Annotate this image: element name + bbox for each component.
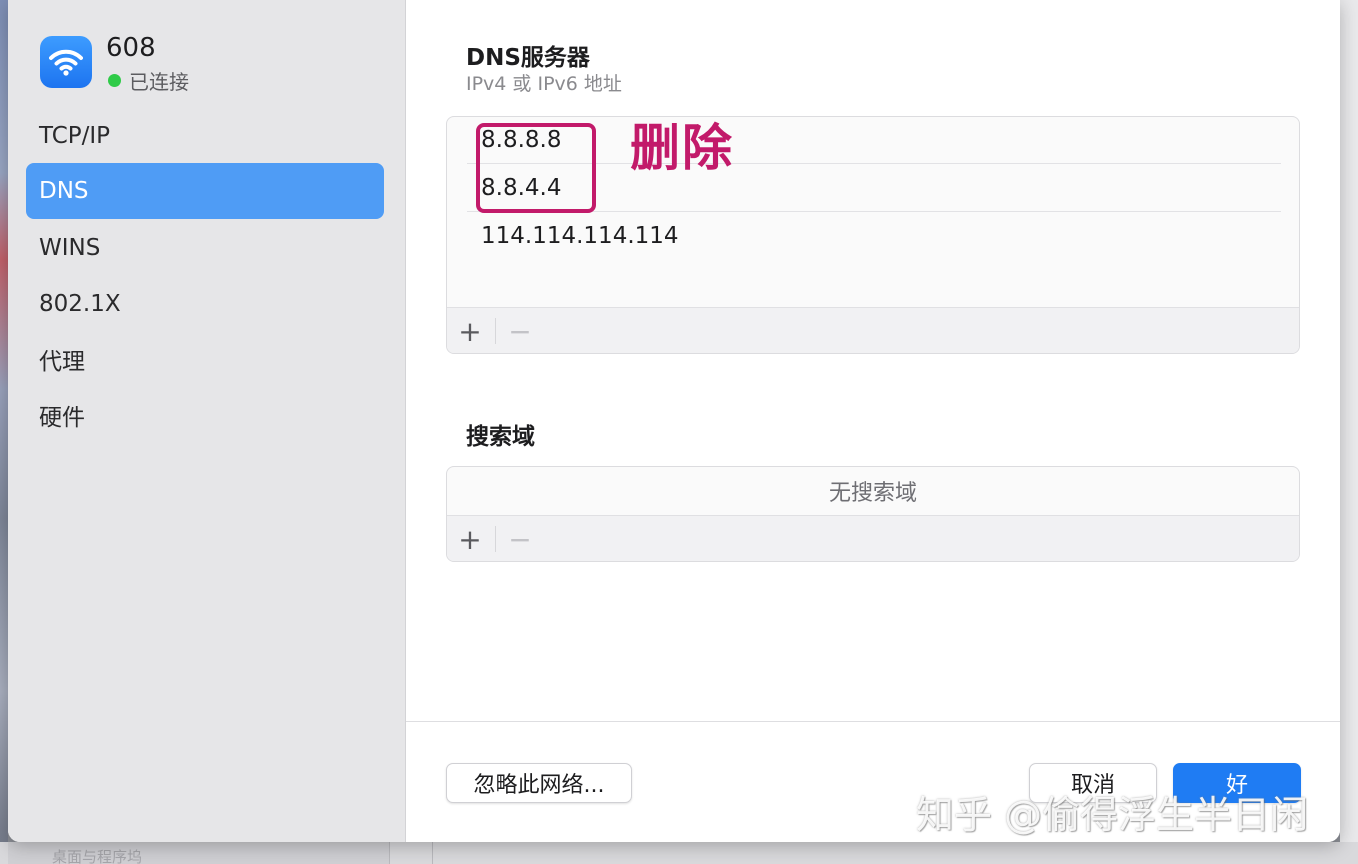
dns-server-row[interactable]: 114.114.114.114 <box>481 223 679 249</box>
dns-servers-subtitle: IPv4 或 IPv6 地址 <box>466 73 622 95</box>
wifi-icon <box>40 36 92 88</box>
search-domains-toolbar: + − <box>447 515 1299 561</box>
background-desktop-edge <box>0 0 8 864</box>
background-settings-window: 桌面与程序坞 <box>0 842 1358 864</box>
background-window-edge <box>1340 0 1358 864</box>
network-name: 608 <box>106 33 156 63</box>
sidebar-item-hardware[interactable]: 硬件 <box>26 387 384 443</box>
dns-list-toolbar: + − <box>447 307 1299 353</box>
toolbar-divider <box>495 526 496 552</box>
search-domains-empty-text: 无搜索域 <box>828 481 917 506</box>
sidebar-item-proxy[interactable]: 代理 <box>26 331 384 387</box>
annotation-delete-label: 删除 <box>630 119 734 177</box>
sidebar: 608 已连接 TCP/IP DNS WINS 802.1X 代理 硬件 <box>8 0 406 842</box>
sidebar-item-wins[interactable]: WINS <box>26 220 384 276</box>
toolbar-divider <box>495 318 496 344</box>
zhihu-watermark: 知乎 @偷得浮生半日闲 <box>916 793 1309 837</box>
connection-status-text: 已连接 <box>129 70 189 94</box>
connected-status-dot <box>108 74 121 87</box>
sidebar-item-dns[interactable]: DNS <box>26 163 384 219</box>
remove-dns-server-button[interactable]: − <box>497 308 543 353</box>
search-domains-title: 搜索域 <box>466 424 535 450</box>
forget-network-button[interactable]: 忽略此网络... <box>446 763 632 803</box>
connection-status: 已连接 <box>108 66 189 95</box>
add-search-domain-button[interactable]: + <box>447 516 493 561</box>
remove-search-domain-button[interactable]: − <box>497 516 543 561</box>
background-sidebar-bottom: 桌面与程序坞 <box>8 842 390 864</box>
annotation-highlight-box <box>476 123 596 213</box>
footer-divider <box>406 721 1340 722</box>
background-divider <box>432 842 433 864</box>
add-dns-server-button[interactable]: + <box>447 308 493 353</box>
sidebar-item-tcpip[interactable]: TCP/IP <box>26 108 384 164</box>
search-domains-list: 无搜索域 + − <box>446 466 1300 562</box>
background-sidebar-item: 桌面与程序坞 <box>52 848 143 864</box>
sidebar-item-8021x[interactable]: 802.1X <box>26 276 384 332</box>
dns-servers-title: DNS服务器 <box>466 45 590 71</box>
